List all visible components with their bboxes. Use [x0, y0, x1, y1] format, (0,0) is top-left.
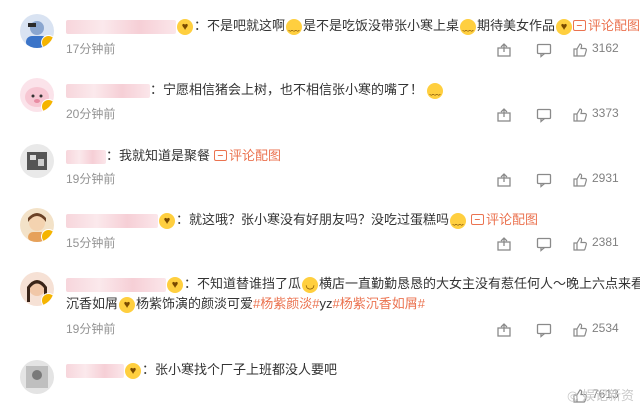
watermark-logo-icon: ◎: [567, 388, 579, 403]
like-count: 3373: [592, 106, 619, 120]
comment-icon[interactable]: [536, 172, 552, 188]
comment-actions: 3373: [496, 105, 619, 125]
comment-text: ：我就知道是聚餐 评论配图: [66, 146, 281, 166]
avatar[interactable]: [20, 14, 54, 48]
comment-text-continued: 沉香如屑 ♥ 杨紫饰演的颜淡可爱#杨紫颜淡#yz#杨紫沉香如屑#: [66, 294, 425, 314]
comment-segment: 沉香如屑: [66, 296, 119, 311]
heart-eyes-emoji-icon: ♥: [556, 18, 573, 35]
comment-segment: 杨紫饰演的颜淡可爱: [136, 296, 254, 311]
smile-emoji-icon: ◡: [302, 276, 319, 293]
share-icon[interactable]: [496, 172, 512, 188]
like-count: 3162: [592, 41, 619, 55]
comment-icon[interactable]: [536, 322, 552, 338]
watermark: ◎ 娱记新资: [567, 385, 634, 404]
avatar-image: [26, 366, 48, 388]
image-icon: [573, 20, 587, 31]
crying-emoji-icon: ﹏: [460, 18, 477, 35]
timestamp: 19分钟前: [66, 322, 116, 336]
username[interactable]: [66, 149, 106, 164]
timestamp: 19分钟前: [66, 172, 116, 186]
comment-segment: 横店一直勤勤恳恳的大女主没有惹任何人～晚上六点来看: [319, 276, 640, 291]
emoji-icon: ♥: [125, 362, 141, 379]
comment-segment: 期待美女作品: [477, 18, 556, 33]
hashtag-link[interactable]: #杨紫颜淡#: [253, 296, 319, 311]
hashtag-link[interactable]: yz: [320, 296, 333, 311]
comment-icon[interactable]: [536, 42, 552, 58]
comment-segment: ：不是吧就这啊: [194, 18, 286, 33]
like-icon[interactable]: [572, 172, 588, 188]
share-icon[interactable]: [496, 107, 512, 123]
verified-badge-icon: [41, 35, 54, 48]
comment-image-link[interactable]: 评论配图: [214, 148, 281, 163]
share-icon[interactable]: [496, 42, 512, 58]
crying-emoji-icon: ﹏: [427, 82, 444, 99]
avatar[interactable]: [20, 78, 54, 112]
comment-icon[interactable]: [536, 107, 552, 123]
emoji-icon: ♥: [177, 18, 193, 35]
comment-segment: ：张小寒找个厂子上班都没人要吧: [142, 362, 338, 377]
like-icon[interactable]: [572, 42, 588, 58]
like-count: 2381: [592, 235, 619, 249]
comment-actions: 2534: [496, 320, 619, 340]
image-icon: [471, 214, 485, 225]
like-count: 2534: [592, 321, 619, 335]
emoji-icon: ♥: [159, 212, 175, 229]
comment-segment: ：我就知道是聚餐: [106, 148, 211, 163]
avatar[interactable]: [20, 208, 54, 242]
avatar[interactable]: [20, 360, 54, 394]
username[interactable]: [66, 83, 150, 98]
timestamp: 17分钟前: [66, 42, 116, 56]
crying-emoji-icon: ﹏: [450, 212, 467, 229]
like-icon[interactable]: [572, 322, 588, 338]
comment-segment: ：就这哦？张小寒没有好朋友吗？没吃过蛋糕吗: [176, 212, 450, 227]
timestamp: 20分钟前: [66, 107, 116, 121]
comment-actions: 2381: [496, 234, 619, 254]
username[interactable]: [66, 213, 158, 228]
comment-icon[interactable]: [536, 236, 552, 252]
username[interactable]: [66, 19, 176, 34]
verified-badge-icon: [41, 293, 54, 306]
comment-actions: 2931: [496, 170, 619, 190]
comment-segment: 是不是吃饭没带张小寒上桌: [303, 18, 460, 33]
share-icon[interactable]: [496, 322, 512, 338]
heart-eyes-emoji-icon: ♥: [119, 296, 136, 313]
username[interactable]: [66, 277, 166, 292]
comment-text: ♥ ：不是吧就这啊 ﹏ 是不是吃饭没带张小寒上桌 ﹏ 期待美女作品 ♥ 评论配图: [66, 16, 640, 36]
comment-text: ♥ ：张小寒找个厂子上班都没人要吧: [66, 360, 337, 380]
watermark-text: 娱记新资: [581, 388, 634, 403]
hashtag-link[interactable]: #杨紫沉香如屑#: [333, 296, 425, 311]
avatar[interactable]: [20, 272, 54, 306]
username[interactable]: [66, 363, 124, 378]
share-icon[interactable]: [496, 236, 512, 252]
avatar[interactable]: [20, 144, 54, 178]
comment-text: ♥ ：不知道替谁挡了瓜 ◡ 横店一直勤勤恳恳的大女主没有惹任何人～晚上六点来看: [66, 274, 640, 294]
comment-segment: ：宁愿相信猪会上树，也不相信张小寒的嘴了！: [150, 82, 424, 97]
comment-image-link[interactable]: 评论配图: [471, 212, 538, 227]
crying-emoji-icon: ﹏: [286, 18, 303, 35]
comment-text: ：宁愿相信猪会上树，也不相信张小寒的嘴了！ ﹏: [66, 80, 444, 100]
comment-actions: 3162: [496, 40, 619, 60]
image-icon: [214, 150, 228, 161]
verified-badge-icon: [41, 229, 54, 242]
like-icon[interactable]: [572, 236, 588, 252]
like-count: 2931: [592, 171, 619, 185]
like-icon[interactable]: [572, 107, 588, 123]
avatar-image: [27, 152, 47, 170]
emoji-icon: ♥: [167, 276, 183, 293]
comment-text: ♥ ：就这哦？张小寒没有好朋友吗？没吃过蛋糕吗 ﹏ 评论配图: [66, 210, 538, 230]
verified-badge-icon: [41, 99, 54, 112]
comment-segment: ：不知道替谁挡了瓜: [184, 276, 302, 291]
timestamp: 15分钟前: [66, 236, 116, 250]
comment-image-link[interactable]: 评论配图: [573, 18, 640, 33]
